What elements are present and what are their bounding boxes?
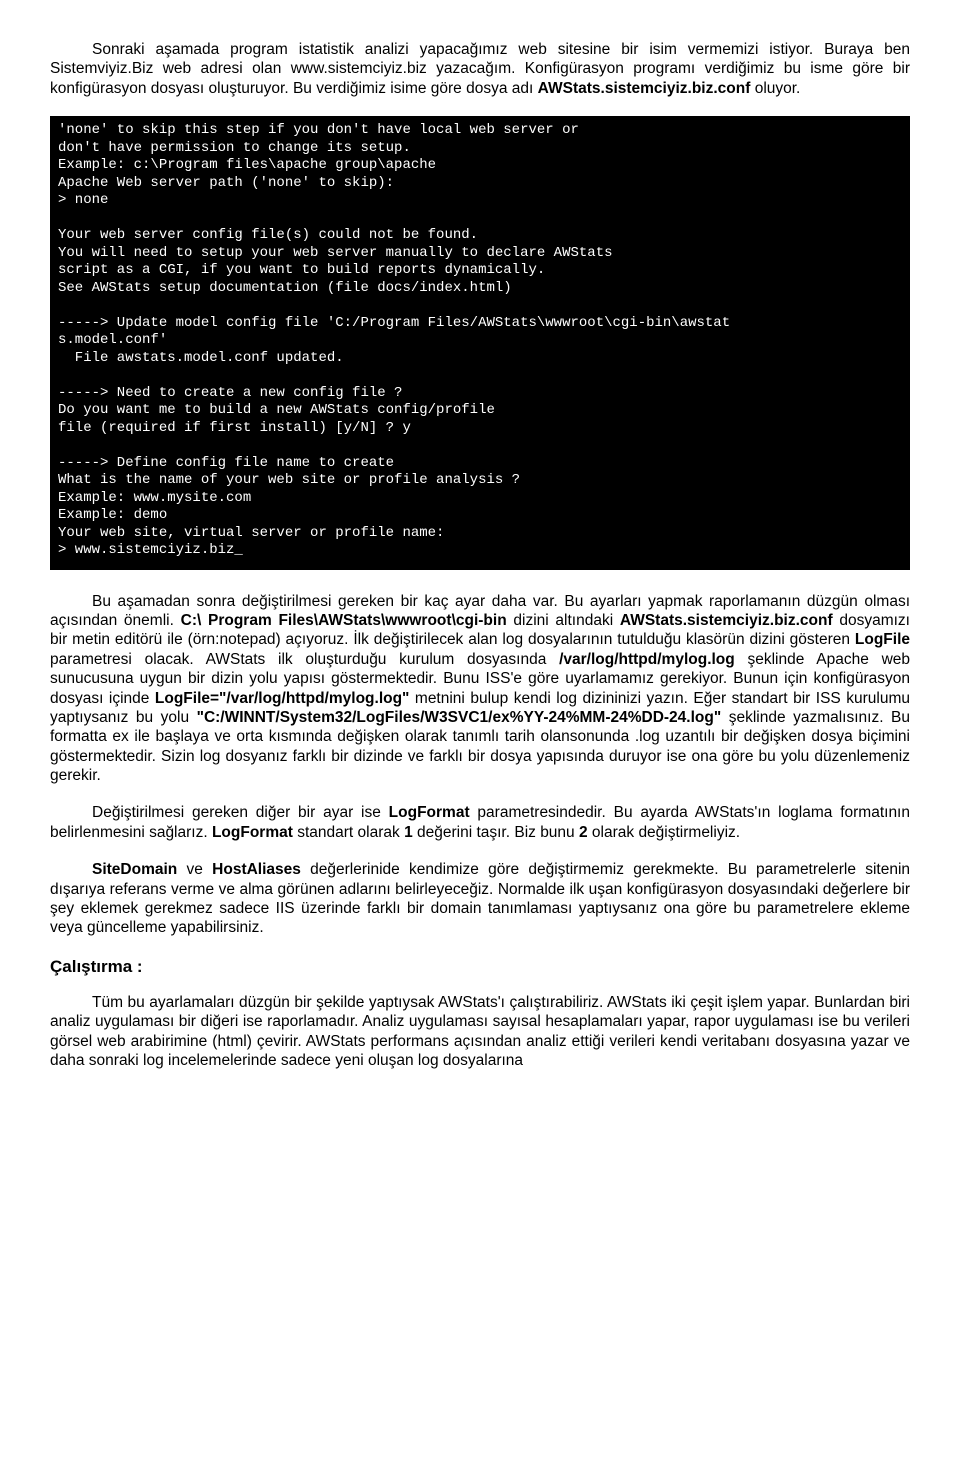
bold-text: HostAliases — [212, 861, 301, 878]
bold-text: LogFile="/var/log/httpd/mylog.log" — [155, 690, 410, 707]
bold-text: "C:/WINNT/System32/LogFiles/W3SVC1/ex%YY… — [197, 709, 722, 726]
text: değerini taşır. Biz bunu — [413, 824, 579, 841]
bold-text: SiteDomain — [92, 861, 177, 878]
text: ve — [177, 861, 212, 878]
text: parametresi olacak. AWStats ilk oluşturd… — [50, 651, 559, 668]
bold-text: LogFormat — [389, 804, 470, 821]
bold-text: LogFile — [855, 631, 910, 648]
paragraph-2: Bu aşamadan sonra değiştirilmesi gereken… — [50, 592, 910, 786]
terminal-output: 'none' to skip this step if you don't ha… — [50, 116, 910, 570]
text: olarak değiştirmeliyiz. — [588, 824, 740, 841]
text: standart olarak — [293, 824, 404, 841]
paragraph-5: Tüm bu ayarlamaları düzgün bir şekilde y… — [50, 993, 910, 1071]
paragraph-4: SiteDomain ve HostAliases değerlerinide … — [50, 860, 910, 938]
bold-text: AWStats.sistemciyiz.biz.conf — [538, 80, 751, 97]
bold-text: LogFormat — [212, 824, 293, 841]
text: Değiştirilmesi gereken diğer bir ayar is… — [92, 804, 389, 821]
bold-text: 2 — [579, 824, 588, 841]
section-heading-run: Çalıştırma : — [50, 956, 910, 977]
bold-text: /var/log/httpd/mylog.log — [559, 651, 735, 668]
text: oluyor. — [750, 80, 800, 97]
bold-text: AWStats.sistemciyiz.biz.conf — [620, 612, 833, 629]
bold-text: 1 — [404, 824, 413, 841]
text: Tüm bu ayarlamaları düzgün bir şekilde y… — [50, 994, 910, 1069]
bold-text: C:\ Program Files\AWStats\wwwroot\cgi-bi… — [181, 612, 507, 629]
text: dizini altındaki — [507, 612, 620, 629]
paragraph-1: Sonraki aşamada program istatistik anali… — [50, 40, 910, 98]
paragraph-3: Değiştirilmesi gereken diğer bir ayar is… — [50, 803, 910, 842]
